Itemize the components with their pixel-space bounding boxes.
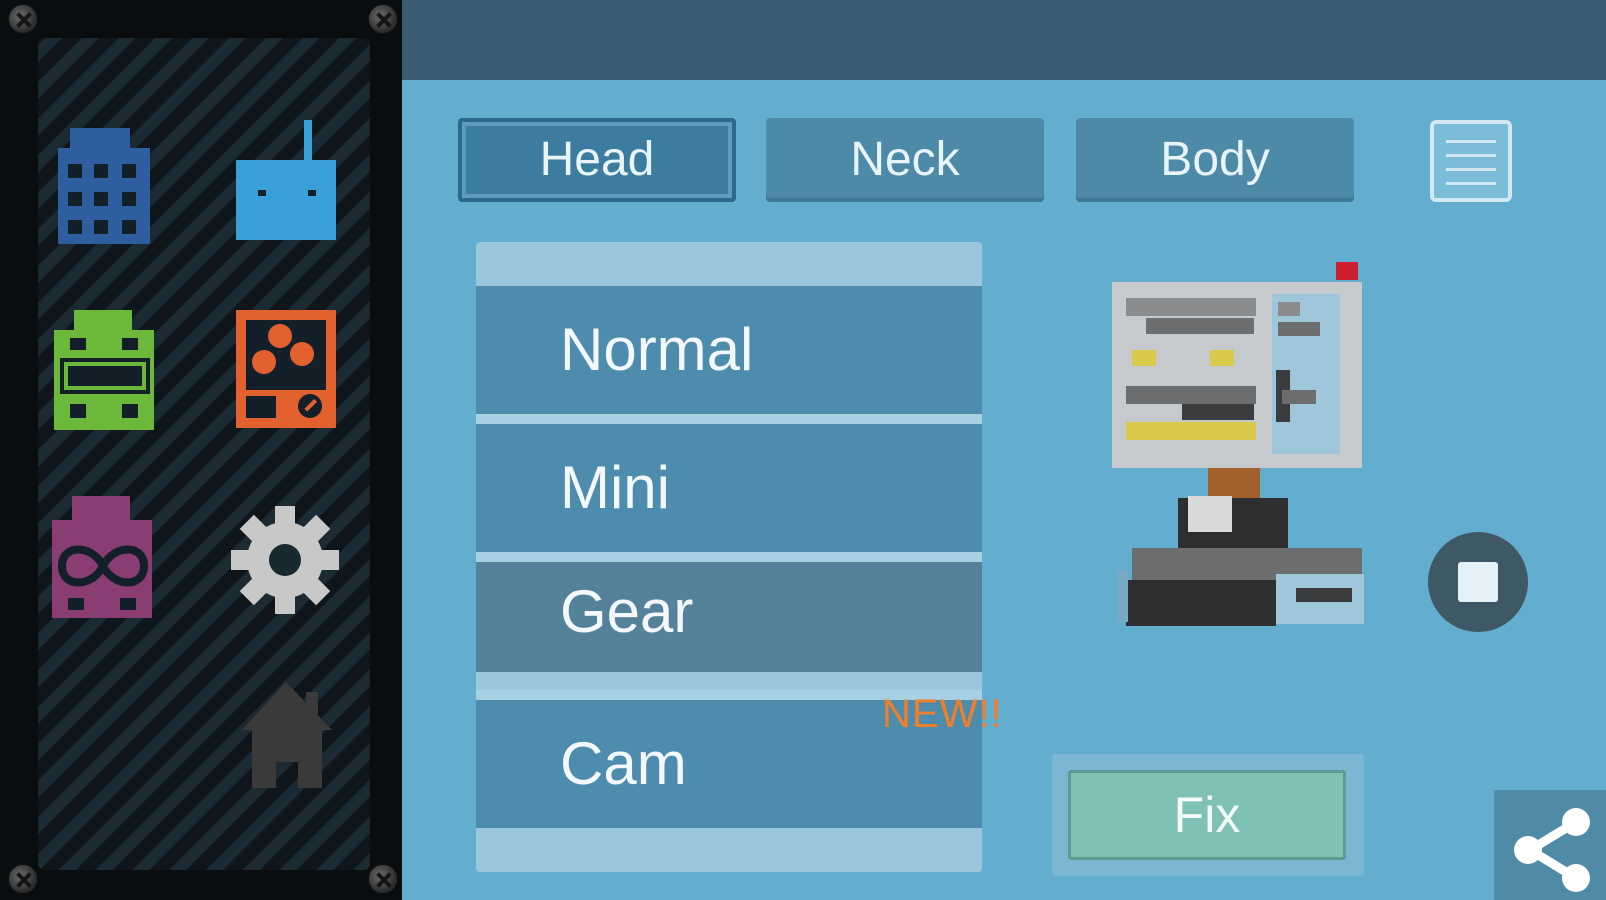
tab-head[interactable]: Head [458,118,736,202]
share-icon [1514,808,1590,892]
green-robot-icon[interactable] [50,308,160,438]
new-badge: NEW!! [882,692,1003,736]
orange-robot-icon[interactable] [232,306,342,436]
infinity-robot-icon[interactable] [48,494,158,624]
screw-icon [368,864,398,894]
sidebar [0,0,402,900]
list-item-mini[interactable]: Mini [476,424,982,552]
tab-body[interactable]: Body [1076,118,1354,202]
robot-icon[interactable] [232,118,342,248]
game-screen: Head Neck Body Normal Mini Gear Cam NEW!… [0,0,1606,900]
building-icon[interactable] [52,122,162,252]
list-item-gear[interactable]: Gear [476,562,982,672]
fix-button[interactable]: Fix [1068,770,1346,860]
main-panel: Head Neck Body Normal Mini Gear Cam NEW!… [402,0,1606,900]
tab-neck[interactable]: Neck [766,118,1044,202]
gear-icon[interactable] [230,498,340,628]
screw-icon [368,4,398,34]
stop-icon [1458,562,1498,602]
screw-icon [8,4,38,34]
list-divider [476,414,982,424]
stop-button[interactable] [1428,532,1528,632]
top-bar [402,0,1606,80]
list-menu-icon[interactable] [1430,120,1512,202]
list-divider [476,552,982,562]
screw-icon [8,864,38,894]
robot-preview [1102,258,1382,648]
list-item-normal[interactable]: Normal [476,286,982,414]
home-icon[interactable] [236,678,346,808]
share-button[interactable] [1494,790,1606,900]
